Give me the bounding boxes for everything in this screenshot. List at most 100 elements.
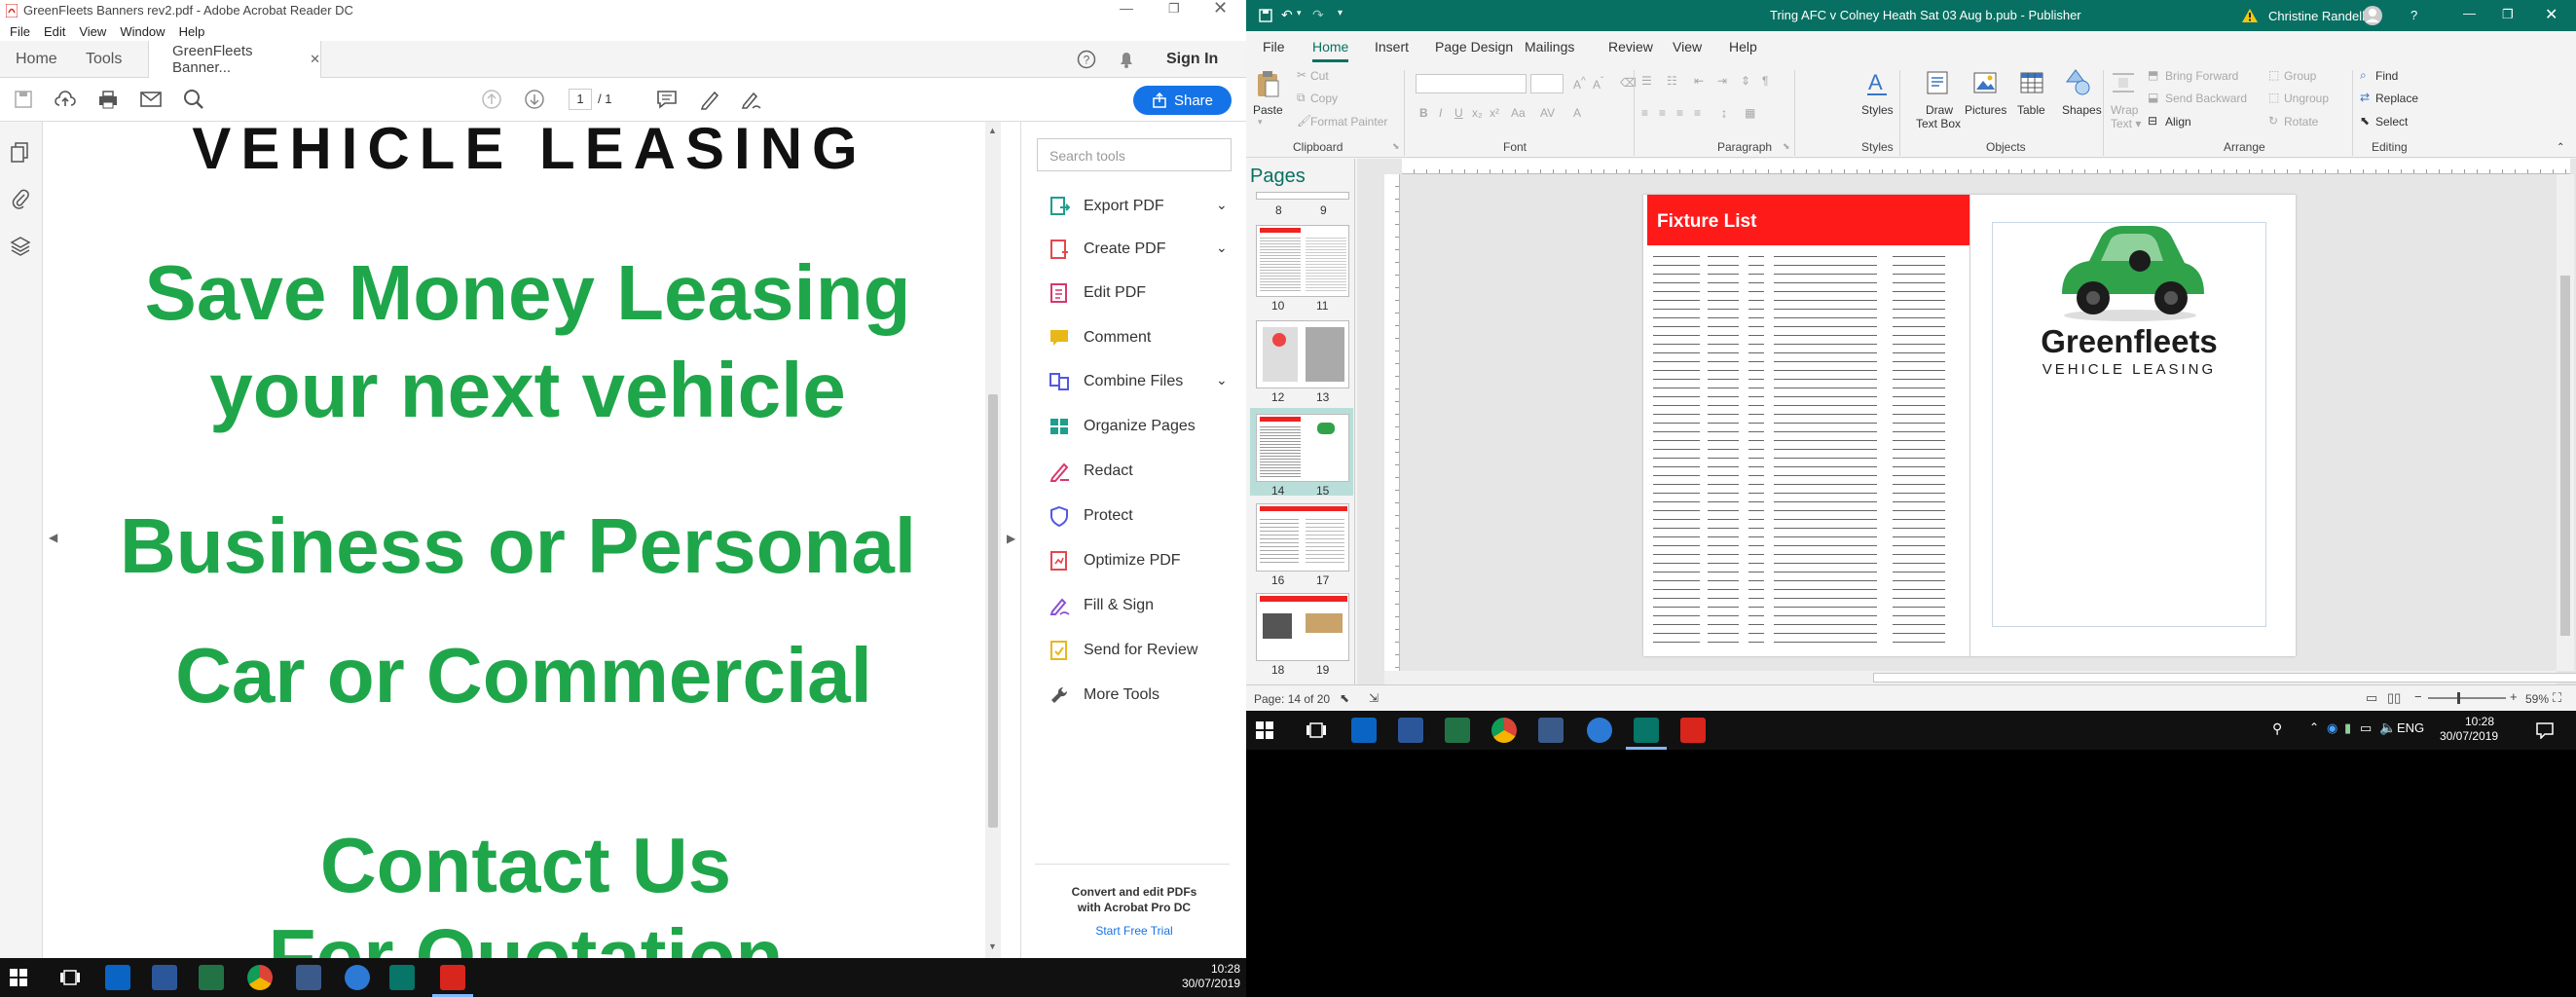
- next-page-icon[interactable]: [524, 89, 545, 110]
- close-icon[interactable]: ✕: [2545, 5, 2558, 24]
- collapse-right-pane-icon[interactable]: ▶: [1007, 532, 1015, 545]
- font-size-combobox[interactable]: [1530, 74, 1564, 93]
- pictures-icon[interactable]: [1972, 70, 1998, 95]
- tab-mailings[interactable]: Mailings: [1525, 39, 1574, 55]
- menu-window[interactable]: Window: [120, 24, 165, 39]
- start-free-trial-link[interactable]: Start Free Trial: [1021, 924, 1246, 938]
- send-backward-label[interactable]: Send Backward: [2165, 92, 2247, 105]
- language-indicator[interactable]: ENG: [2397, 720, 2424, 735]
- tab-review[interactable]: Review: [1608, 39, 1653, 55]
- dialog-launcher-icon[interactable]: ⬊: [1392, 141, 1400, 152]
- word-taskbar-icon[interactable]: [152, 965, 177, 990]
- outlook-taskbar-icon[interactable]: [105, 965, 130, 990]
- pdf-vertical-scrollbar[interactable]: ▲ ▼: [985, 122, 1001, 958]
- windows-start-icon[interactable]: [1256, 721, 1273, 739]
- subscript-icon[interactable]: x₂: [1472, 106, 1483, 120]
- align-left-icon[interactable]: ≡: [1641, 106, 1648, 120]
- format-painter-icon[interactable]: 🖌: [1297, 114, 1311, 128]
- pictures-label[interactable]: Pictures: [1965, 103, 2006, 117]
- bell-icon[interactable]: [1118, 50, 1135, 69]
- tool-edit-pdf[interactable]: Edit PDF: [1049, 277, 1146, 310]
- zoom-in-icon[interactable]: +: [2510, 689, 2518, 704]
- task-view-icon[interactable]: [60, 969, 80, 986]
- tab-view[interactable]: View: [1673, 39, 1702, 55]
- user-avatar-icon[interactable]: [2362, 5, 2383, 26]
- paste-clipboard-icon[interactable]: [1256, 70, 1279, 97]
- search-tools-input[interactable]: Search tools: [1037, 138, 1232, 171]
- tab-tools[interactable]: Tools: [86, 41, 122, 78]
- restore-icon[interactable]: ❐: [2502, 7, 2514, 22]
- undo-icon[interactable]: ↶: [1281, 7, 1293, 23]
- sign-pen-icon[interactable]: [740, 89, 763, 110]
- tab-help[interactable]: Help: [1729, 39, 1757, 55]
- page-thumb-14-15[interactable]: [1256, 414, 1349, 482]
- tool-more-tools[interactable]: More Tools: [1049, 679, 1159, 712]
- people-icon[interactable]: ⚲: [2272, 720, 2282, 737]
- zoom-level[interactable]: 59%: [2525, 692, 2549, 706]
- wrap-text-icon[interactable]: [2111, 70, 2136, 95]
- zoom-out-icon[interactable]: −: [2414, 689, 2422, 704]
- underline-icon[interactable]: U: [1454, 106, 1463, 120]
- text-box-label[interactable]: Text Box: [1916, 117, 1961, 130]
- draw-label[interactable]: Draw: [1926, 103, 1953, 117]
- zoom-search-icon[interactable]: [183, 89, 204, 110]
- bring-forward-icon[interactable]: ⬒: [2148, 68, 2158, 82]
- minimize-icon[interactable]: —: [2463, 6, 2476, 20]
- shrink-font-icon[interactable]: Aˇ: [1593, 76, 1603, 92]
- find-icon[interactable]: ⌕: [2360, 68, 2367, 83]
- bold-icon[interactable]: B: [1419, 106, 1428, 120]
- word-taskbar-icon[interactable]: [1398, 718, 1423, 743]
- network-icon[interactable]: ▭: [2360, 720, 2372, 736]
- italic-icon[interactable]: I: [1439, 106, 1442, 120]
- bring-forward-label[interactable]: Bring Forward: [2165, 69, 2238, 83]
- replace-icon[interactable]: ⇄: [2360, 91, 2370, 104]
- acrobat-taskbar-icon[interactable]: [1680, 718, 1706, 743]
- rotate-label[interactable]: Rotate: [2284, 115, 2318, 129]
- wrap-label[interactable]: Wrap: [2111, 103, 2138, 117]
- tab-insert[interactable]: Insert: [1375, 39, 1409, 55]
- share-button[interactable]: Share: [1133, 86, 1232, 115]
- tab-home[interactable]: Home: [1312, 39, 1349, 62]
- scrollbar-thumb[interactable]: [2560, 276, 2570, 636]
- tool-organize-pages[interactable]: Organize Pages: [1049, 410, 1196, 443]
- tab-file[interactable]: File: [1263, 39, 1285, 55]
- publisher-taskbar-icon[interactable]: [389, 965, 415, 990]
- select-label[interactable]: Select: [2375, 115, 2408, 129]
- collapse-left-pane-icon[interactable]: ◀: [49, 531, 57, 544]
- character-spacing-icon[interactable]: AV: [1540, 106, 1555, 120]
- warning-icon[interactable]: [2241, 8, 2259, 23]
- print-icon[interactable]: [97, 90, 119, 109]
- page-thumb-16-17[interactable]: [1256, 503, 1349, 572]
- find-label[interactable]: Find: [2375, 69, 2398, 83]
- two-page-view-icon[interactable]: ▯▯: [2387, 690, 2401, 706]
- workspace-horizontal-scrollbar[interactable]: [1384, 671, 2576, 684]
- comment-icon[interactable]: [656, 90, 678, 109]
- undo-dropdown-icon[interactable]: ▾: [1297, 8, 1302, 18]
- page-thumb-8-9[interactable]: [1256, 192, 1349, 200]
- sign-in-link[interactable]: Sign In: [1166, 41, 1218, 78]
- fit-page-icon[interactable]: ⛶: [2553, 690, 2561, 706]
- tab-close-icon[interactable]: ✕: [310, 52, 320, 67]
- chevron-down-icon[interactable]: ⌄: [1216, 197, 1228, 213]
- ungroup-label[interactable]: Ungroup: [2284, 92, 2329, 105]
- copy-label[interactable]: Copy: [1310, 92, 1338, 105]
- page-number-input[interactable]: 1: [569, 89, 592, 110]
- table-label[interactable]: Table: [2017, 103, 2045, 117]
- save-icon[interactable]: [14, 90, 33, 109]
- close-icon[interactable]: ✕: [1213, 0, 1228, 18]
- tray-app-icon[interactable]: ◉: [2327, 720, 2337, 736]
- group-icon[interactable]: ⬚: [2268, 68, 2279, 82]
- excel-taskbar-icon[interactable]: [199, 965, 224, 990]
- format-painter-label[interactable]: Format Painter: [1310, 115, 1387, 129]
- font-color-icon[interactable]: A: [1573, 106, 1581, 120]
- send-backward-icon[interactable]: ⬓: [2148, 91, 2158, 104]
- help-icon[interactable]: ?: [2410, 8, 2417, 22]
- align-label[interactable]: Align: [2165, 115, 2191, 129]
- menu-file[interactable]: File: [10, 24, 30, 39]
- layers-icon[interactable]: [10, 235, 31, 258]
- decrease-indent-icon[interactable]: ⇤: [1694, 74, 1704, 88]
- font-name-combobox[interactable]: [1416, 74, 1527, 93]
- rotate-icon[interactable]: ↻: [2268, 114, 2278, 128]
- draw-text-box-icon[interactable]: [1926, 70, 1949, 95]
- user-name[interactable]: Christine Randell: [2268, 9, 2365, 23]
